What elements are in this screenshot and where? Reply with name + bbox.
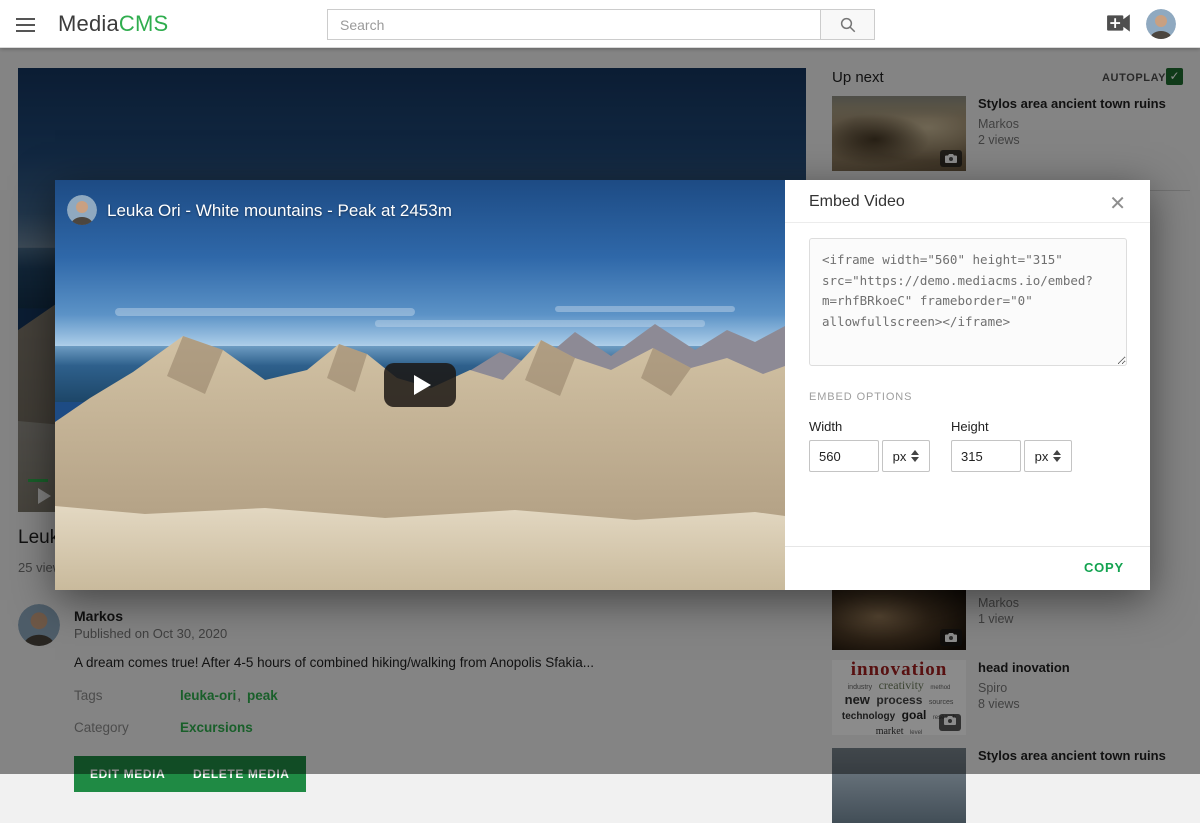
embed-modal: Leuka Ori - White mountains - Peak at 24… [55, 180, 1150, 590]
top-header: MediaCMS [0, 0, 1200, 48]
modal-footer: COPY [785, 546, 1150, 590]
embed-code-textarea[interactable]: <iframe width="560" height="315" src="ht… [809, 238, 1127, 366]
hamburger-menu-icon[interactable] [16, 14, 40, 34]
embed-options-label: EMBED OPTIONS [809, 391, 912, 403]
width-unit-select[interactable]: px [882, 440, 930, 472]
close-icon[interactable]: ✕ [1103, 189, 1132, 218]
logo[interactable]: MediaCMS [58, 0, 168, 48]
width-input[interactable] [809, 440, 879, 472]
play-icon [414, 375, 431, 395]
width-unit-value: px [893, 449, 907, 464]
user-avatar[interactable] [1146, 9, 1176, 39]
spinner-arrows-icon [911, 450, 919, 462]
width-field-group: px [809, 440, 930, 472]
modal-header: Embed Video ✕ [785, 180, 1150, 223]
height-field-group: px [951, 440, 1072, 472]
preview-author-avatar [67, 195, 97, 225]
copy-button[interactable]: COPY [1084, 560, 1124, 575]
embed-preview-player[interactable]: Leuka Ori - White mountains - Peak at 24… [55, 180, 785, 590]
height-unit-value: px [1035, 449, 1049, 464]
search-button[interactable] [820, 9, 875, 40]
upload-media-icon[interactable] [1106, 12, 1134, 36]
preview-video-title[interactable]: Leuka Ori - White mountains - Peak at 24… [107, 201, 452, 221]
spinner-arrows-icon [1053, 450, 1061, 462]
preview-play-button[interactable] [384, 363, 456, 407]
search-input[interactable] [327, 9, 820, 40]
preview-titlebar: Leuka Ori - White mountains - Peak at 24… [55, 180, 785, 240]
height-input[interactable] [951, 440, 1021, 472]
embed-panel: Embed Video ✕ <iframe width="560" height… [785, 180, 1150, 590]
height-unit-select[interactable]: px [1024, 440, 1072, 472]
search-form [327, 9, 875, 40]
width-label: Width [809, 419, 842, 434]
logo-cms: CMS [119, 11, 169, 36]
height-label: Height [951, 419, 989, 434]
search-icon [839, 16, 857, 34]
logo-media: Media [58, 11, 119, 36]
modal-title: Embed Video [809, 193, 905, 211]
